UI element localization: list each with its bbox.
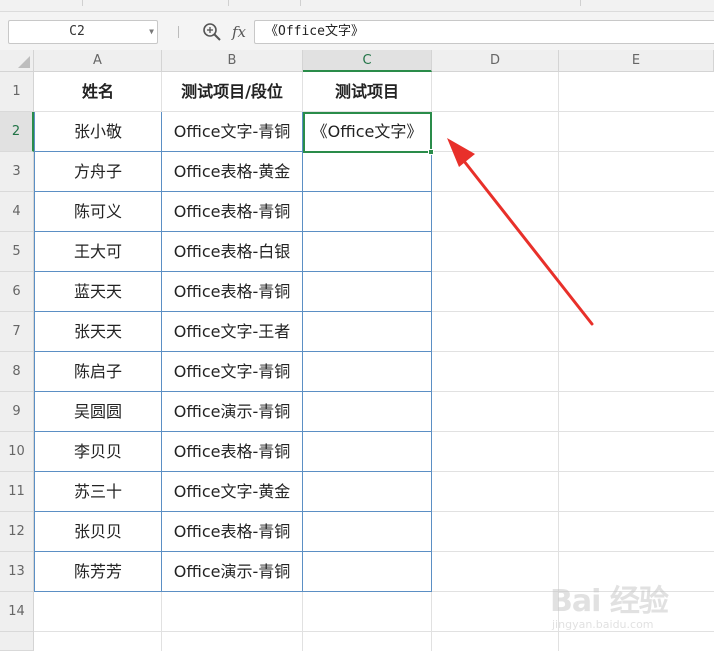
row-header-4[interactable]: 4 bbox=[0, 192, 34, 232]
row-header-10[interactable]: 10 bbox=[0, 432, 34, 472]
cell-c10[interactable] bbox=[303, 432, 431, 471]
cell-c4[interactable] bbox=[303, 192, 431, 231]
cell-c6[interactable] bbox=[303, 272, 431, 311]
cell-a7[interactable]: 张天天 bbox=[35, 312, 161, 351]
cell-c8[interactable] bbox=[303, 352, 431, 391]
row-header-5[interactable]: 5 bbox=[0, 232, 34, 272]
table-border bbox=[34, 591, 432, 592]
cell-b9[interactable]: Office演示-青铜 bbox=[162, 392, 302, 431]
name-box-value: C2 bbox=[69, 24, 85, 39]
cell-a10[interactable]: 李贝贝 bbox=[35, 432, 161, 471]
cell-b12[interactable]: Office表格-青铜 bbox=[162, 512, 302, 551]
row-header-15[interactable] bbox=[0, 632, 34, 651]
column-header-d[interactable]: D bbox=[432, 50, 559, 72]
cell-a13[interactable]: 陈芳芳 bbox=[35, 552, 161, 591]
cell-c13[interactable] bbox=[303, 552, 431, 591]
column-header-e[interactable]: E bbox=[559, 50, 714, 72]
row-header-9[interactable]: 9 bbox=[0, 392, 34, 432]
cell-b8[interactable]: Office文字-青铜 bbox=[162, 352, 302, 391]
cell-c3[interactable] bbox=[303, 152, 431, 191]
cell-b5[interactable]: Office表格-白银 bbox=[162, 232, 302, 271]
cell-c7[interactable] bbox=[303, 312, 431, 351]
cell-c9[interactable] bbox=[303, 392, 431, 431]
cell-c12[interactable] bbox=[303, 512, 431, 551]
cell-a4[interactable]: 陈可义 bbox=[35, 192, 161, 231]
cell-a12[interactable]: 张贝贝 bbox=[35, 512, 161, 551]
cell-b13[interactable]: Office演示-青铜 bbox=[162, 552, 302, 591]
name-box[interactable]: C2 ▼ bbox=[8, 20, 158, 44]
cell-a6[interactable]: 蓝天天 bbox=[35, 272, 161, 311]
divider bbox=[178, 26, 179, 38]
watermark-logo-text: Bai 经验 bbox=[550, 584, 669, 619]
formula-input[interactable]: 《Office文字》 bbox=[254, 20, 714, 44]
cell-b4[interactable]: Office表格-青铜 bbox=[162, 192, 302, 231]
column-header-c[interactable]: C bbox=[303, 50, 432, 72]
active-cell-selection bbox=[303, 112, 432, 153]
cell-b3[interactable]: Office表格-黄金 bbox=[162, 152, 302, 191]
row-header-7[interactable]: 7 bbox=[0, 312, 34, 352]
row-header-8[interactable]: 8 bbox=[0, 352, 34, 392]
cell-b6[interactable]: Office表格-青铜 bbox=[162, 272, 302, 311]
row-header-13[interactable]: 13 bbox=[0, 552, 34, 592]
formula-bar-area: C2 ▼ fx 《Office文字》 bbox=[0, 12, 714, 50]
cell-a3[interactable]: 方舟子 bbox=[35, 152, 161, 191]
cell-a1-header[interactable]: 姓名 bbox=[35, 72, 161, 111]
row-header-6[interactable]: 6 bbox=[0, 272, 34, 312]
column-header-b[interactable]: B bbox=[162, 50, 303, 72]
row-header-11[interactable]: 11 bbox=[0, 472, 34, 512]
cell-b2[interactable]: Office文字-青铜 bbox=[162, 112, 302, 151]
select-all-corner[interactable] bbox=[0, 50, 34, 72]
row-header-1[interactable]: 1 bbox=[0, 72, 34, 112]
row-header-3[interactable]: 3 bbox=[0, 152, 34, 192]
row-header-14[interactable]: 14 bbox=[0, 592, 34, 632]
chevron-down-icon[interactable]: ▼ bbox=[149, 21, 154, 43]
row-header-12[interactable]: 12 bbox=[0, 512, 34, 552]
ribbon-edge bbox=[0, 0, 714, 12]
annotation-arrow-icon bbox=[447, 138, 594, 326]
cell-c11[interactable] bbox=[303, 472, 431, 511]
watermark-url: jingyan.baidu.com bbox=[552, 618, 654, 631]
baidu-jingyan-watermark: Bai 经验 jingyan.baidu.com bbox=[538, 566, 708, 646]
cell-a11[interactable]: 苏三十 bbox=[35, 472, 161, 511]
cell-a9[interactable]: 吴圆圆 bbox=[35, 392, 161, 431]
cell-c1-header[interactable]: 测试项目 bbox=[303, 72, 431, 111]
cell-b10[interactable]: Office表格-青铜 bbox=[162, 432, 302, 471]
cell-b7[interactable]: Office文字-王者 bbox=[162, 312, 302, 351]
cell-a5[interactable]: 王大可 bbox=[35, 232, 161, 271]
row-header-2[interactable]: 2 bbox=[0, 112, 34, 152]
zoom-lookup-icon[interactable] bbox=[200, 20, 224, 44]
cell-a8[interactable]: 陈启子 bbox=[35, 352, 161, 391]
cell-b11[interactable]: Office文字-黄金 bbox=[162, 472, 302, 511]
cell-b1-header[interactable]: 测试项目/段位 bbox=[162, 72, 302, 111]
cell-a2[interactable]: 张小敬 bbox=[35, 112, 161, 151]
insert-function-button[interactable]: fx bbox=[228, 20, 250, 44]
column-header-a[interactable]: A bbox=[34, 50, 162, 72]
cell-c5[interactable] bbox=[303, 232, 431, 271]
